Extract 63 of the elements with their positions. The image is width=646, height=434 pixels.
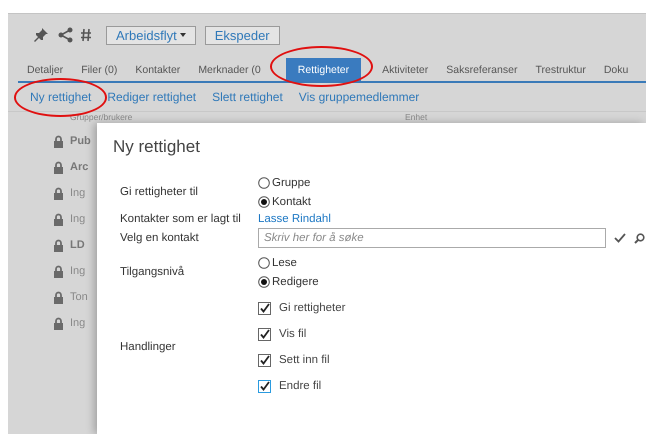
row-name: LD xyxy=(70,239,85,251)
radio-button[interactable] xyxy=(258,276,270,288)
tab[interactable]: Saksreferanser xyxy=(437,58,526,81)
action-link[interactable]: Rediger rettighet xyxy=(99,90,204,104)
search-field[interactable]: Skriv her for å søke xyxy=(258,228,606,248)
lock-icon xyxy=(53,160,64,174)
field-label: Kontakter som er lagt til xyxy=(120,213,241,225)
row-name: Ton xyxy=(70,291,88,303)
action-link[interactable]: Ny rettighet xyxy=(22,90,100,104)
radio-label: Redigere xyxy=(272,276,319,288)
checkbox[interactable] xyxy=(258,328,271,340)
row-name: Ing xyxy=(70,213,86,225)
tab[interactable]: Aktiviteter xyxy=(373,58,438,81)
checkbox[interactable] xyxy=(258,354,271,366)
radio-button[interactable] xyxy=(258,256,270,268)
checkbox-label: Sett inn fil xyxy=(279,354,330,366)
row-name: Pub xyxy=(70,135,91,147)
radio-label: Gruppe xyxy=(272,176,310,188)
field-label: Gi rettigheter til xyxy=(120,186,198,198)
field-label: Handlinger xyxy=(120,341,176,353)
radio-button[interactable] xyxy=(258,196,270,208)
pin-icon[interactable] xyxy=(33,27,49,43)
tab[interactable]: Rettigheter xyxy=(286,58,362,81)
field-label: Tilgangsnivå xyxy=(120,266,184,278)
column-header: Grupper/brukere xyxy=(70,112,134,122)
action-link[interactable]: Slett rettighet xyxy=(204,90,291,104)
share-icon[interactable] xyxy=(58,27,73,43)
radio-label: Lese xyxy=(272,256,297,268)
hash-icon[interactable] xyxy=(80,28,92,42)
lock-icon xyxy=(53,134,64,148)
radio-label: Kontakt xyxy=(272,196,311,208)
row-name: Ing xyxy=(70,187,86,199)
radio-button[interactable] xyxy=(258,176,270,188)
search-icon[interactable] xyxy=(634,232,645,244)
check-icon[interactable] xyxy=(614,233,626,243)
tab[interactable]: Filer (0) xyxy=(72,58,126,81)
tab[interactable]: Trestruktur xyxy=(526,58,595,81)
lock-icon xyxy=(53,264,64,278)
checkbox-label: Gi rettigheter xyxy=(279,302,346,314)
dropdown-button[interactable]: Arbeidsflyt xyxy=(106,26,196,44)
contact-link[interactable]: Lasse Rindahl xyxy=(258,209,331,229)
lock-icon xyxy=(53,238,64,252)
row-name: Arc xyxy=(70,161,88,173)
row-name: Ing xyxy=(70,265,86,277)
checkbox-label: Endre fil xyxy=(279,380,322,392)
lock-icon xyxy=(53,290,64,304)
caret-icon xyxy=(180,33,186,37)
tab[interactable]: Doku xyxy=(594,58,638,81)
checkbox[interactable] xyxy=(258,302,271,314)
checkbox[interactable] xyxy=(258,380,271,392)
field-label: Velg en kontakt xyxy=(120,232,199,244)
tab[interactable]: Kontakter xyxy=(126,58,190,81)
column-header: Enhet xyxy=(405,112,428,122)
lock-icon xyxy=(53,316,64,330)
lock-icon xyxy=(53,212,64,226)
tab[interactable]: Merknader (0 xyxy=(189,58,270,81)
dialog-title: Ny rettighet xyxy=(113,137,200,157)
lock-icon xyxy=(53,186,64,200)
checkbox-label: Vis fil xyxy=(279,328,306,340)
action-button[interactable]: Ekspeder xyxy=(204,26,280,44)
tab[interactable]: Detaljer xyxy=(18,58,72,81)
action-link[interactable]: Vis gruppemedlemmer xyxy=(290,90,428,104)
row-name: Ing xyxy=(70,317,86,329)
